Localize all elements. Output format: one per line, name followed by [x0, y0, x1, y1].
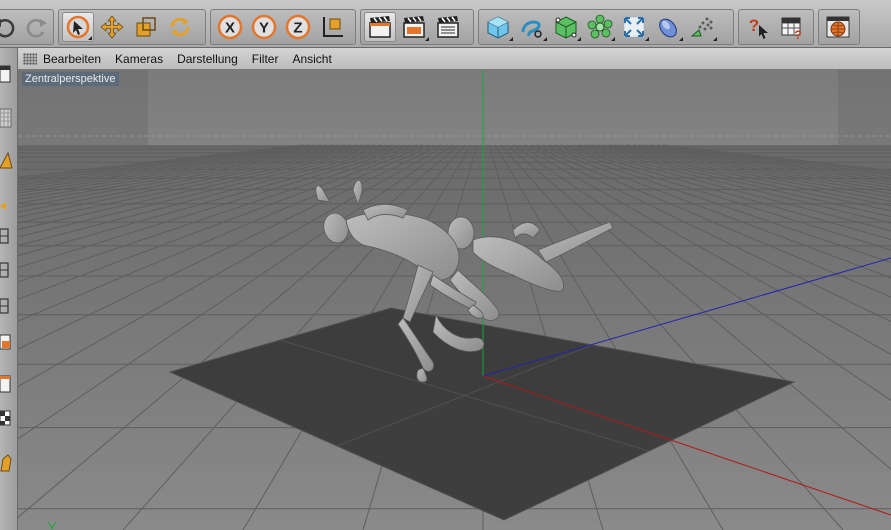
redo-icon[interactable]	[21, 12, 50, 42]
axis-lock-group: X Y Z	[210, 9, 356, 45]
emitter-icon[interactable]	[686, 12, 718, 42]
model-mode-icon[interactable]	[0, 148, 16, 172]
object-creation-group	[478, 9, 734, 45]
point-mode-icon[interactable]	[0, 194, 16, 218]
move-icon[interactable]	[96, 12, 128, 42]
viewport-background	[18, 70, 891, 145]
select-icon[interactable]	[62, 12, 94, 42]
left-tool-palette	[0, 48, 18, 530]
edge-mode-icon[interactable]	[0, 224, 16, 248]
undo-icon[interactable]	[0, 12, 19, 42]
generator-icon[interactable]	[584, 12, 616, 42]
render-group	[360, 9, 474, 45]
svg-text:X: X	[225, 20, 235, 37]
render-picture-icon[interactable]	[398, 12, 430, 42]
workplane-icon[interactable]	[0, 372, 16, 396]
transform-tools-group	[58, 9, 206, 45]
object-axis-icon[interactable]	[0, 330, 16, 354]
scene-icon[interactable]	[652, 12, 684, 42]
cube-icon[interactable]	[482, 12, 514, 42]
web-group	[818, 9, 860, 45]
svg-text:Z: Z	[293, 20, 302, 37]
main-toolbar: X Y Z ? ?	[0, 0, 891, 48]
svg-text:Y: Y	[259, 20, 269, 37]
x-axis-icon[interactable]: X	[214, 12, 246, 42]
z-axis-icon[interactable]: Z	[282, 12, 314, 42]
menu-kameras[interactable]: Kameras	[115, 52, 163, 66]
nurbs-icon[interactable]	[550, 12, 582, 42]
help-group: ? ?	[738, 9, 814, 45]
menu-darstellung[interactable]: Darstellung	[177, 52, 238, 66]
axis-mode-icon[interactable]	[0, 294, 16, 318]
svg-text:?: ?	[794, 28, 801, 40]
menu-filter[interactable]: Filter	[252, 52, 279, 66]
rotate-icon[interactable]	[164, 12, 196, 42]
viewport-layout-icon[interactable]	[0, 62, 16, 86]
viewport-menubar: Bearbeiten Kameras Darstellung Filter An…	[18, 48, 891, 70]
layout-icon[interactable]: ?	[776, 12, 808, 42]
texture-mode-icon[interactable]	[0, 106, 16, 130]
coordinate-system-icon[interactable]	[316, 12, 348, 42]
menu-ansicht[interactable]: Ansicht	[292, 52, 331, 66]
3d-viewport[interactable]: Zentralperspektive	[18, 70, 891, 530]
sculpt-icon[interactable]	[0, 450, 16, 474]
help-icon[interactable]: ?	[742, 12, 774, 42]
checker-icon[interactable]	[0, 406, 16, 430]
cinema4d-window: X Y Z ? ? Bearbeiten Kameras Darstellung…	[0, 0, 891, 530]
render-view-icon[interactable]	[364, 12, 396, 42]
viewport-canvas	[18, 70, 891, 530]
svg-text:?: ?	[749, 16, 759, 35]
panel-grip-icon[interactable]	[23, 52, 37, 65]
y-axis-icon[interactable]: Y	[248, 12, 280, 42]
spline-icon[interactable]	[516, 12, 548, 42]
render-settings-icon[interactable]	[432, 12, 464, 42]
menu-bearbeiten[interactable]: Bearbeiten	[43, 52, 101, 66]
camera-label[interactable]: Zentralperspektive	[22, 72, 119, 86]
deformer-icon[interactable]	[618, 12, 650, 42]
polygon-mode-icon[interactable]	[0, 258, 16, 282]
web-icon[interactable]	[822, 12, 854, 42]
undo-redo-group	[0, 9, 54, 45]
scale-icon[interactable]	[130, 12, 162, 42]
